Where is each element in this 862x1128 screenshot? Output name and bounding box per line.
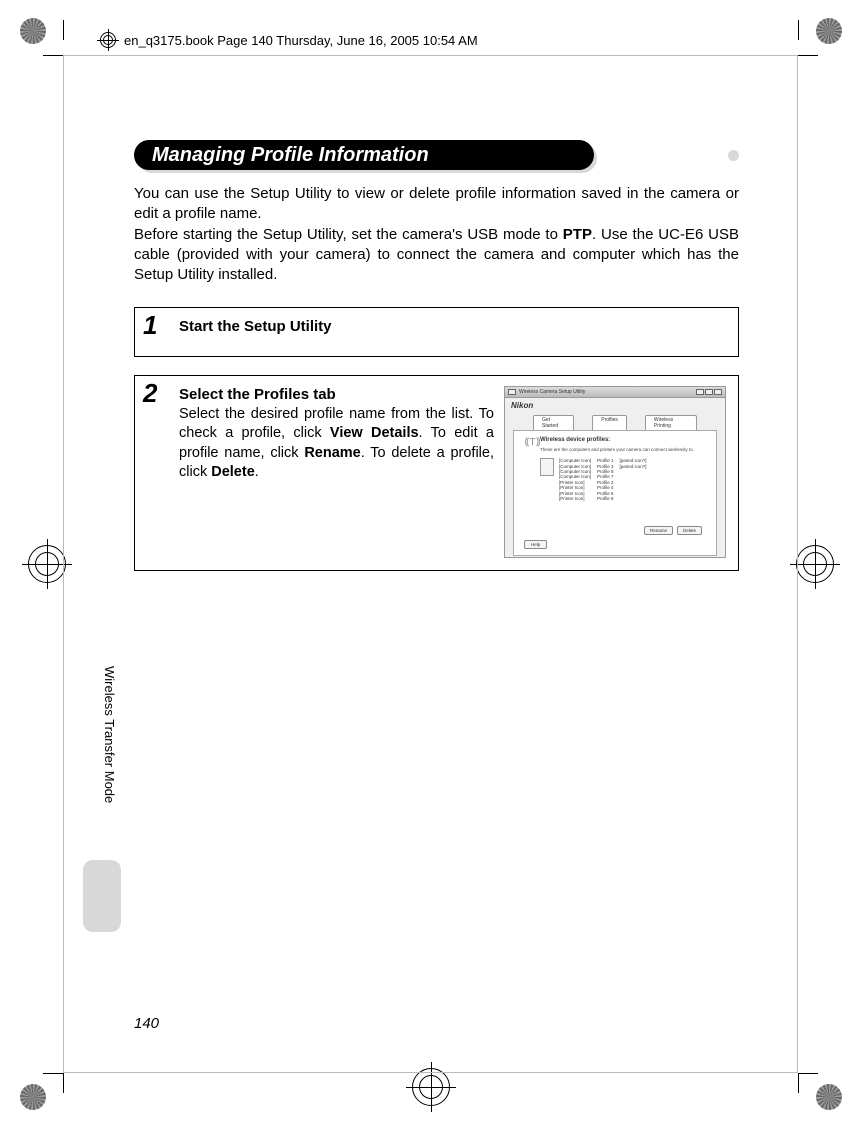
- inset-window-title: Wireless Camera Setup Utility: [519, 389, 585, 395]
- system-menu-icon: [508, 389, 516, 395]
- list-col-names: Profile 1 Profile 3 Profile 5 Profile 7 …: [597, 458, 614, 501]
- registration-mark: [796, 545, 834, 583]
- list-col-icons: [Computer Icon] [Computer Icon] [Compute…: [559, 458, 591, 501]
- page-header: en_q3175.book Page 140 Thursday, June 16…: [100, 32, 478, 48]
- page-number: 140: [134, 1015, 159, 1032]
- inset-tab: Profiles: [592, 415, 627, 430]
- list-cell: Profile 8: [597, 496, 614, 501]
- inset-panel: ⟪T⟫ Wireless device profiles: These are …: [513, 430, 717, 556]
- corner-ornament: [20, 1084, 46, 1110]
- intro-p2-bold: PTP: [563, 226, 592, 243]
- step-2-box: 2 Select the Profiles tab Select the des…: [134, 375, 739, 571]
- step-body: Select the desired profile name from the…: [179, 405, 494, 482]
- preview-icon: [540, 458, 554, 476]
- registration-mark: [28, 545, 66, 583]
- section-title: Managing Profile Information: [134, 140, 594, 170]
- setup-utility-screenshot: Wireless Camera Setup Utility Nikon Get …: [504, 386, 726, 558]
- step-text-bold: Rename: [304, 445, 360, 461]
- step-text: .: [255, 464, 259, 480]
- inset-panel-sub: These are the computers and printers you…: [540, 447, 708, 452]
- section-banner: Managing Profile Information: [134, 140, 739, 174]
- intro-p1: You can use the Setup Utility to view or…: [134, 185, 739, 222]
- inset-tab: Wireless Printing: [645, 415, 697, 430]
- inset-profile-list: [Computer Icon] [Computer Icon] [Compute…: [540, 458, 708, 501]
- corner-ornament: [20, 18, 46, 44]
- step-number: 1: [143, 310, 157, 341]
- side-tab: [83, 860, 121, 932]
- banner-dot: [728, 150, 739, 161]
- intro-text: You can use the Setup Utility to view or…: [134, 184, 739, 285]
- inset-brand: Nikon: [505, 398, 725, 413]
- step-1-box: 1 Start the Setup Utility: [134, 307, 739, 357]
- registration-mark: [412, 1068, 450, 1106]
- step-text-bold: View Details: [330, 425, 419, 441]
- inset-tab: Get Started: [533, 415, 574, 430]
- list-cell: [Printer Icon]: [559, 496, 591, 501]
- step-title: Start the Setup Utility: [179, 318, 726, 335]
- list-col-status: [paired icon?] [paired icon?]: [620, 458, 647, 501]
- window-controls: [696, 389, 722, 395]
- corner-ornament: [816, 1084, 842, 1110]
- list-cell: [paired icon?]: [620, 464, 647, 469]
- inset-delete-button: Delete: [677, 526, 702, 535]
- inset-panel-title: Wireless device profiles:: [540, 437, 708, 443]
- step-number: 2: [143, 378, 157, 409]
- wifi-icon: ⟪T⟫: [524, 437, 536, 449]
- intro-p2a: Before starting the Setup Utility, set t…: [134, 226, 563, 243]
- registration-mark-icon: [100, 32, 116, 48]
- inset-help-button: Help: [524, 540, 547, 549]
- inset-rename-button: Rename: [644, 526, 673, 535]
- step-text-bold: Delete: [211, 464, 255, 480]
- side-label: Wireless Transfer Mode: [102, 666, 117, 803]
- file-info: en_q3175.book Page 140 Thursday, June 16…: [124, 33, 478, 48]
- corner-ornament: [816, 18, 842, 44]
- inset-tabs: Get Started Profiles Wireless Printing: [505, 415, 725, 430]
- step-title: Select the Profiles tab: [179, 386, 494, 403]
- inset-titlebar: Wireless Camera Setup Utility: [505, 387, 725, 398]
